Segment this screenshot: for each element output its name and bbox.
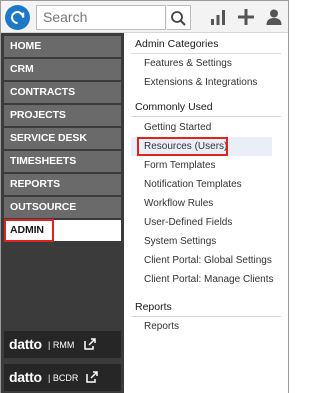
datto-rmm-product: | RMM (48, 340, 75, 350)
menu-item-client-portal-manage-clients[interactable]: Client Portal: Manage Clients (144, 274, 274, 285)
search-icon (171, 11, 186, 26)
nav-item-contracts[interactable]: CONTRACTS (4, 82, 121, 103)
nav-item-crm[interactable]: CRM (4, 59, 121, 80)
datto-bcdr-product: | BCDR (48, 373, 79, 383)
main-nav: HOME CRM CONTRACTS PROJECTS SERVICE DESK… (1, 33, 124, 393)
nav-item-projects[interactable]: PROJECTS (4, 105, 121, 126)
section-title-reports: Reports (135, 301, 172, 313)
menu-item-getting-started[interactable]: Getting Started (144, 122, 211, 133)
top-bar: Search (1, 1, 288, 33)
resources-highlight-box (137, 137, 228, 156)
nav-item-home[interactable]: HOME (4, 36, 121, 57)
nav-item-timesheets[interactable]: TIMESHEETS (4, 151, 121, 172)
menu-item-reports[interactable]: Reports (144, 321, 179, 332)
nav-item-service-desk[interactable]: SERVICE DESK (4, 128, 121, 149)
external-link-icon (86, 371, 98, 383)
section-divider (131, 53, 281, 54)
datto-rmm-link[interactable]: datto | RMM (4, 331, 121, 358)
menu-item-client-portal-global-settings[interactable]: Client Portal: Global Settings (144, 255, 272, 266)
user-icon[interactable] (265, 8, 283, 26)
datto-bcdr-link[interactable]: datto | BCDR (4, 364, 121, 391)
menu-item-notification-templates[interactable]: Notification Templates (144, 179, 242, 190)
app-window: Search HOME CRM CONTRACTS PROJECTS SERVI… (0, 0, 289, 393)
menu-item-features-settings[interactable]: Features & Settings (144, 58, 232, 69)
menu-item-extensions-integrations[interactable]: Extensions & Integrations (144, 77, 257, 88)
admin-highlight-box (4, 219, 54, 242)
search-button[interactable] (167, 5, 191, 30)
search-input[interactable]: Search (36, 5, 166, 30)
menu-item-system-settings[interactable]: System Settings (144, 236, 216, 247)
menu-item-user-defined-fields[interactable]: User-Defined Fields (144, 217, 232, 228)
nav-item-outsource[interactable]: OUTSOURCE (4, 197, 121, 218)
external-link-icon (84, 338, 96, 350)
section-title-admin-categories: Admin Categories (135, 38, 219, 50)
autotask-logo-icon[interactable] (5, 5, 30, 30)
section-title-commonly-used: Commonly Used (135, 101, 213, 113)
bar-chart-icon[interactable] (209, 8, 227, 26)
plus-icon[interactable] (237, 8, 255, 26)
datto-bcdr-logo: datto (9, 369, 42, 385)
menu-item-form-templates[interactable]: Form Templates (144, 160, 216, 171)
section-divider (131, 116, 281, 117)
datto-rmm-logo: datto (9, 336, 42, 352)
section-divider (131, 316, 281, 317)
menu-item-workflow-rules[interactable]: Workflow Rules (144, 198, 213, 209)
admin-menu: Admin Categories Features & Settings Ext… (124, 33, 288, 393)
nav-item-reports[interactable]: REPORTS (4, 174, 121, 195)
